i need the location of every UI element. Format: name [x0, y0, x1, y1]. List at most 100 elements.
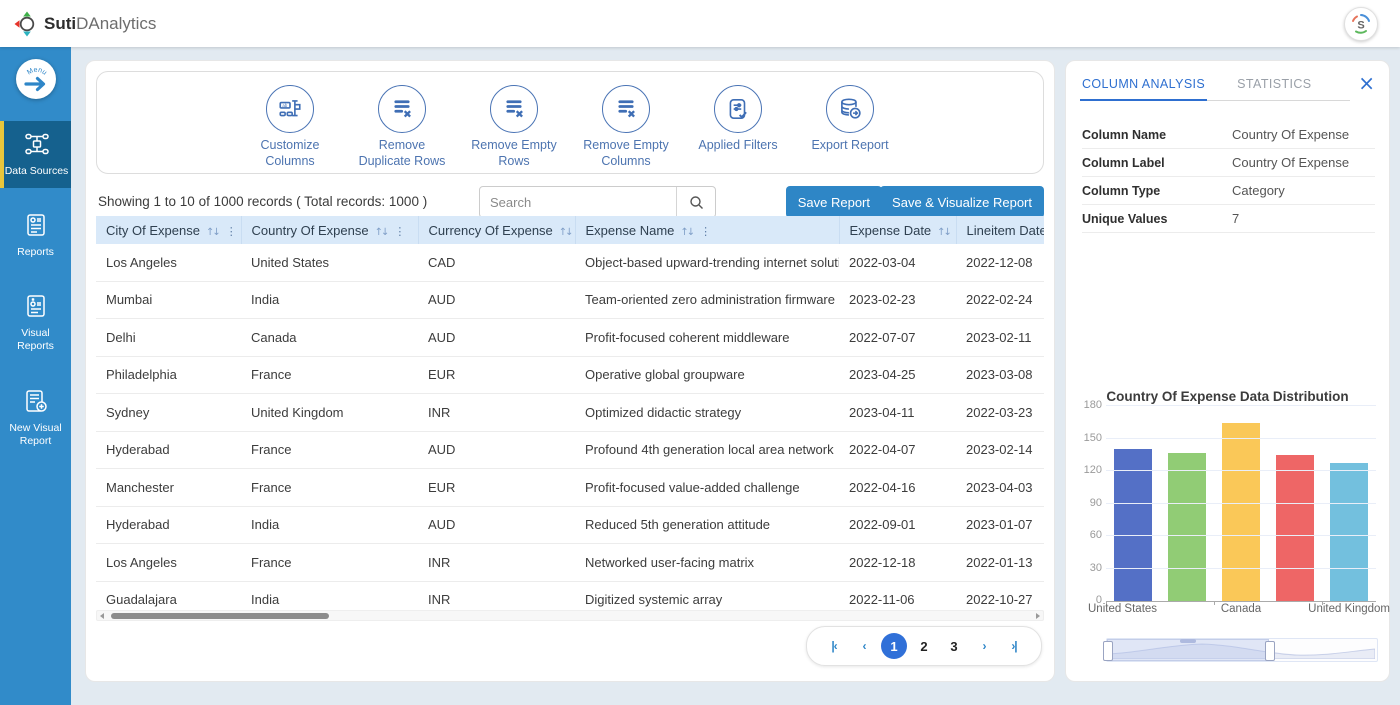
sidebar-item-reports[interactable]: Reports	[0, 202, 71, 269]
table-cell: AUD	[418, 431, 575, 469]
remove-duplicate-rows-button[interactable]: Remove Duplicate Rows	[354, 85, 450, 169]
menu-toggle-button[interactable]: Menu	[16, 59, 56, 99]
table-row[interactable]: Los AngelesFranceINRNetworked user-facin…	[96, 544, 1044, 582]
table-cell: INR	[418, 581, 575, 609]
table-cell: Los Angeles	[96, 544, 241, 582]
scrollbar-thumb[interactable]	[111, 613, 329, 619]
sidebar: Menu Data Sources	[0, 47, 71, 705]
sort-icon[interactable]: ↑↓	[375, 227, 388, 238]
page-button-2[interactable]: 2	[911, 633, 937, 659]
table-row[interactable]: PhiladelphiaFranceEUROperative global gr…	[96, 356, 1044, 394]
sidebar-item-visual-reports[interactable]: Visual Reports	[0, 283, 71, 363]
column-header[interactable]: Expense Date↑↓⋮	[839, 216, 956, 244]
svg-text:Menu: Menu	[26, 67, 48, 77]
gridline	[1106, 568, 1376, 569]
chart-bar[interactable]	[1114, 449, 1152, 601]
table-cell: INR	[418, 544, 575, 582]
field-value: Country Of Expense	[1232, 155, 1349, 170]
applied-filters-icon	[714, 85, 762, 133]
chart-bar[interactable]	[1222, 423, 1260, 601]
close-icon[interactable]: ×	[1358, 73, 1375, 93]
column-header[interactable]: Lineitem Date↑↓⋮	[956, 216, 1044, 244]
user-avatar[interactable]: S	[1344, 7, 1378, 41]
next-page-button[interactable]: ›	[971, 633, 997, 659]
tab-column-analysis[interactable]: COLUMN ANALYSIS	[1080, 73, 1207, 101]
page-button-1[interactable]: 1	[881, 633, 907, 659]
table-row[interactable]: HyderabadFranceAUDProfound 4th generatio…	[96, 431, 1044, 469]
action-label: Remove Empty Columns	[578, 138, 674, 169]
action-label: Customize Columns	[242, 138, 338, 169]
sidebar-nav: Data Sources Reports Visual Reports	[0, 121, 71, 472]
export-report-icon	[826, 85, 874, 133]
column-header[interactable]: Currency Of Expense↑↓⋮	[418, 216, 575, 244]
column-header[interactable]: Country Of Expense↑↓⋮	[241, 216, 418, 244]
table-row[interactable]: MumbaiIndiaAUDTeam-oriented zero adminis…	[96, 281, 1044, 319]
column-menu-icon[interactable]: ⋮	[226, 225, 237, 238]
first-page-button[interactable]: |‹	[821, 633, 847, 659]
save-visualize-report-button[interactable]: Save & Visualize Report	[880, 186, 1044, 218]
column-header-label: Lineitem Date	[967, 223, 1045, 238]
column-header-label: Expense Date	[850, 223, 932, 238]
table-row[interactable]: SydneyUnited KingdomINROptimized didacti…	[96, 394, 1044, 432]
table-row[interactable]: DelhiCanadaAUDProfit-focused coherent mi…	[96, 319, 1044, 357]
save-report-button[interactable]: Save Report	[786, 186, 882, 218]
table-cell: 2022-10-27	[956, 581, 1044, 609]
sort-icon[interactable]: ↑↓	[206, 227, 219, 238]
export-report-button[interactable]: Export Report	[802, 85, 898, 154]
gridline	[1106, 405, 1376, 406]
action-label: Export Report	[811, 138, 888, 154]
sort-icon[interactable]: ↑↓	[680, 227, 693, 238]
records-bar: Showing 1 to 10 of 1000 records ( Total …	[96, 186, 1044, 218]
sidebar-item-new-visual-report[interactable]: New Visual Report	[0, 378, 71, 458]
table-cell: Canada	[241, 319, 418, 357]
table-cell: 2023-04-25	[839, 356, 956, 394]
field-row: Unique Values7	[1082, 205, 1375, 233]
remove-empty-rows-button[interactable]: Remove Empty Rows	[466, 85, 562, 169]
sort-icon[interactable]: ↑↓	[559, 227, 572, 238]
search-icon[interactable]	[676, 187, 715, 217]
last-page-button[interactable]: ›|	[1001, 633, 1027, 659]
datazoom-selection[interactable]	[1107, 639, 1269, 661]
table-cell: 2022-07-07	[839, 319, 956, 357]
column-header[interactable]: Expense Name↑↓⋮	[575, 216, 839, 244]
column-menu-icon[interactable]: ⋮	[394, 225, 405, 238]
table-cell: 2022-01-13	[956, 544, 1044, 582]
action-label: Applied Filters	[698, 138, 777, 154]
table-cell: 2022-04-16	[839, 469, 956, 507]
data-table-wrap: City Of Expense↑↓⋮Country Of Expense↑↓⋮C…	[96, 216, 1044, 609]
horizontal-scrollbar[interactable]	[96, 610, 1044, 621]
y-tick-label: 30	[1090, 562, 1102, 574]
chart-bar[interactable]	[1168, 453, 1206, 601]
table-cell: 2023-02-23	[839, 281, 956, 319]
table-row[interactable]: GuadalajaraIndiaINRDigitized systemic ar…	[96, 581, 1044, 609]
datazoom-slider[interactable]	[1106, 638, 1378, 662]
tab-statistics[interactable]: STATISTICS	[1235, 73, 1313, 100]
chart-bar[interactable]	[1330, 463, 1368, 601]
prev-page-button[interactable]: ‹	[851, 633, 877, 659]
column-header[interactable]: City Of Expense↑↓⋮	[96, 216, 241, 244]
table-cell: United Kingdom	[241, 394, 418, 432]
customize-columns-button[interactable]: ab Customize Columns	[242, 85, 338, 169]
datazoom-right-handle[interactable]	[1265, 641, 1275, 661]
scroll-left-icon[interactable]	[100, 613, 104, 619]
chart-bar[interactable]	[1276, 455, 1314, 601]
table-row[interactable]: HyderabadIndiaAUDReduced 5th generation …	[96, 506, 1044, 544]
y-axis-labels: 0306090120150180	[1074, 406, 1102, 601]
field-label: Column Label	[1082, 156, 1232, 170]
table-row[interactable]: Los AngelesUnited StatesCADObject-based …	[96, 244, 1044, 281]
sidebar-item-data-sources[interactable]: Data Sources	[0, 121, 71, 188]
search-input[interactable]	[480, 187, 676, 217]
remove-empty-rows-icon	[490, 85, 538, 133]
column-menu-icon[interactable]: ⋮	[700, 225, 711, 238]
remove-empty-columns-button[interactable]: Remove Empty Columns	[578, 85, 674, 169]
table-row[interactable]: ManchesterFranceEURProfit-focused value-…	[96, 469, 1044, 507]
datazoom-left-handle[interactable]	[1103, 641, 1113, 661]
applied-filters-button[interactable]: Applied Filters	[690, 85, 786, 154]
records-count-text: Showing 1 to 10 of 1000 records ( Total …	[98, 194, 427, 209]
table-cell: 2022-03-23	[956, 394, 1044, 432]
x-tick-label: Canada	[1221, 603, 1261, 615]
scroll-right-icon[interactable]	[1036, 613, 1040, 619]
table-cell: 2023-03-08	[956, 356, 1044, 394]
sort-icon[interactable]: ↑↓	[937, 227, 950, 238]
page-button-3[interactable]: 3	[941, 633, 967, 659]
